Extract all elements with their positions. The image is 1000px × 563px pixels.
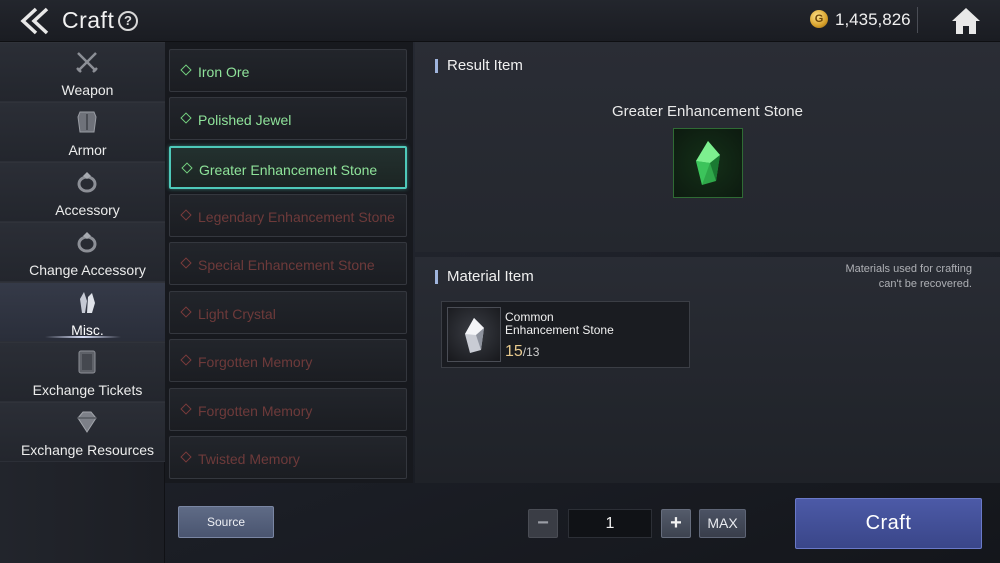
- recipe-item[interactable]: Forgotten Memory: [169, 339, 407, 382]
- diamond-icon: [180, 64, 192, 76]
- material-count: 15/13: [505, 343, 539, 361]
- diamond-icon: [180, 257, 192, 269]
- gold-coin-icon: G: [810, 10, 828, 28]
- diamond-icon: [180, 354, 192, 366]
- diamond-icon: [180, 112, 192, 124]
- category-label: Exchange Resources: [20, 442, 155, 458]
- material-note: Materials used for crafting can't be rec…: [792, 262, 972, 292]
- diamond-icon: [180, 209, 192, 221]
- recipe-name: Light Crystal: [198, 306, 276, 322]
- category-accessory[interactable]: Accessory: [0, 162, 165, 222]
- ring-swap-icon: [77, 232, 97, 253]
- green-crystal-icon: [696, 141, 720, 185]
- diamond-icon: [180, 306, 192, 318]
- category-label: Change Accessory: [29, 262, 146, 278]
- recipe-item[interactable]: Special Enhancement Stone: [169, 242, 407, 285]
- crystal-icon: [80, 292, 95, 313]
- category-exchange-tickets[interactable]: Exchange Tickets: [0, 342, 165, 402]
- recipe-item[interactable]: Iron Ore: [169, 49, 407, 92]
- top-bar: Craft ? G 1,435,826: [0, 0, 1000, 42]
- recipe-name: Twisted Memory: [198, 451, 300, 467]
- help-icon[interactable]: ?: [118, 11, 138, 31]
- category-misc[interactable]: Misc.: [0, 282, 165, 342]
- recipe-name: Special Enhancement Stone: [198, 257, 375, 273]
- recipe-name: Iron Ore: [198, 64, 250, 80]
- material-section-title: Material Item: [435, 269, 534, 284]
- recipe-name: Forgotten Memory: [198, 403, 313, 419]
- recipe-name: Legendary Enhancement Stone: [198, 209, 395, 225]
- recipe-item[interactable]: Legendary Enhancement Stone: [169, 194, 407, 237]
- recipe-name: Greater Enhancement Stone: [199, 162, 378, 178]
- recipe-item[interactable]: Polished Jewel: [169, 97, 407, 140]
- source-button[interactable]: Source: [178, 506, 274, 538]
- quantity-input[interactable]: [568, 509, 652, 538]
- armor-icon: [77, 111, 97, 133]
- material-item-slot: [447, 307, 501, 362]
- page-title: Craft: [62, 7, 115, 33]
- recipe-item[interactable]: Twisted Memory: [169, 436, 407, 479]
- divider: [917, 7, 918, 33]
- material-note-line: can't be recovered.: [878, 278, 972, 290]
- recipe-name: Forgotten Memory: [198, 354, 313, 370]
- back-arrow-icon: [20, 7, 49, 35]
- crossed-swords-icon: [76, 52, 98, 73]
- diamond-icon: [180, 451, 192, 463]
- max-quantity-button[interactable]: MAX: [699, 509, 746, 538]
- recipe-item[interactable]: Light Crystal: [169, 291, 407, 334]
- material-owned: 15: [505, 343, 523, 360]
- material-name-line: Enhancement Stone: [505, 323, 614, 337]
- category-armor[interactable]: Armor: [0, 102, 165, 162]
- result-panel: Result Item Greater Enhancement Stone: [415, 42, 1000, 252]
- category-label: Weapon: [61, 82, 114, 98]
- material-panel: Material Item Materials used for craftin…: [415, 257, 1000, 483]
- material-item-card[interactable]: Common Enhancement Stone 15/13: [441, 301, 690, 368]
- result-item-slot[interactable]: [673, 128, 743, 198]
- gold-amount: 1,435,826: [835, 10, 911, 29]
- category-label: Accessory: [55, 202, 120, 218]
- category-weapon[interactable]: Weapon: [0, 42, 165, 102]
- category-menu: Weapon Armor Accessory Change Accessory …: [0, 42, 165, 563]
- category-change-accessory[interactable]: Change Accessory: [0, 222, 165, 282]
- home-button[interactable]: [950, 6, 982, 36]
- decrease-quantity-button[interactable]: −: [528, 509, 558, 538]
- diamond-icon: [180, 403, 192, 415]
- craft-button[interactable]: Craft: [795, 498, 982, 549]
- category-exchange-resources[interactable]: Exchange Resources: [0, 402, 165, 462]
- gem-icon: [77, 411, 97, 433]
- category-label: Exchange Tickets: [32, 382, 143, 398]
- home-icon: [952, 8, 980, 34]
- white-crystal-icon: [465, 318, 484, 353]
- recipe-list: Iron Ore Polished Jewel Greater Enhancem…: [165, 42, 413, 483]
- ticket-icon: [78, 350, 96, 374]
- material-required: /13: [522, 345, 540, 359]
- recipe-name: Polished Jewel: [198, 112, 292, 128]
- category-label: Armor: [68, 142, 107, 158]
- diamond-icon: [181, 162, 193, 174]
- category-label: Misc.: [71, 322, 104, 338]
- result-section-title: Result Item: [435, 58, 523, 73]
- recipe-item[interactable]: Forgotten Memory: [169, 388, 407, 431]
- result-item-name: Greater Enhancement Stone: [612, 103, 803, 120]
- ring-icon: [77, 172, 97, 193]
- back-button[interactable]: [18, 7, 52, 35]
- material-item-name: Common Enhancement Stone: [505, 311, 614, 337]
- material-note-line: Materials used for crafting: [845, 263, 972, 275]
- recipe-item-selected[interactable]: Greater Enhancement Stone: [169, 146, 407, 189]
- increase-quantity-button[interactable]: +: [661, 509, 691, 538]
